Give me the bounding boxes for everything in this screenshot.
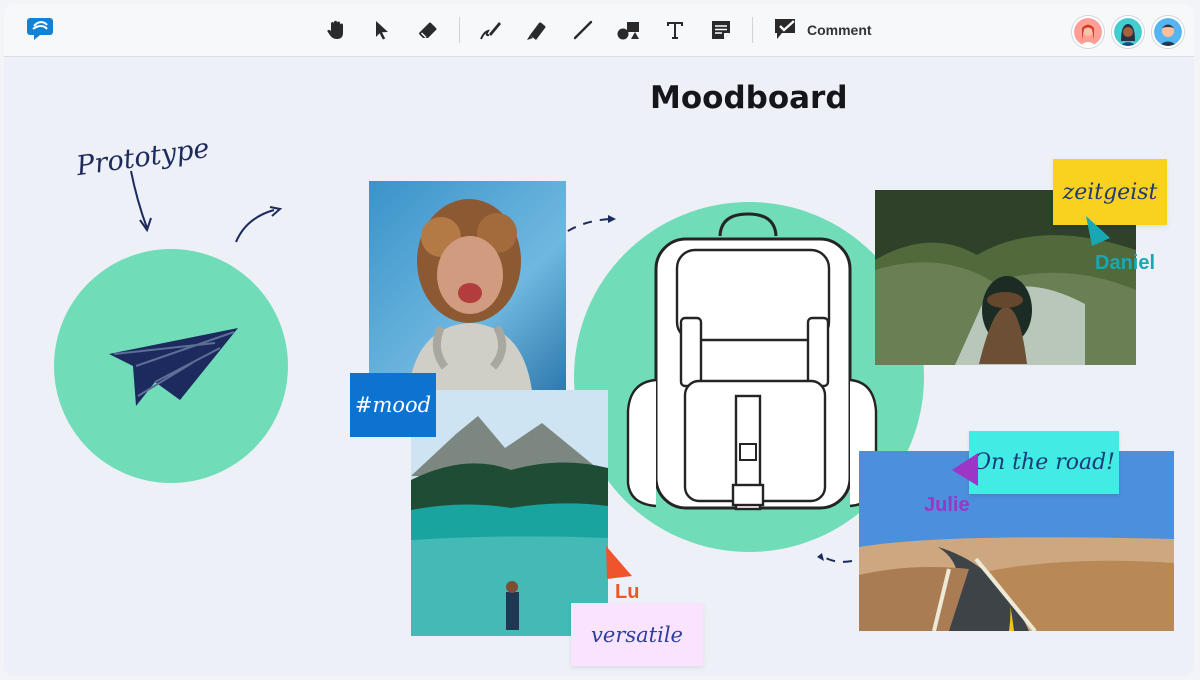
line-icon[interactable]: [566, 13, 600, 47]
marker-icon[interactable]: [520, 13, 554, 47]
collaborator-avatars: [1072, 16, 1184, 48]
lu-cursor-icon: [606, 546, 632, 579]
note-icon[interactable]: [704, 13, 738, 47]
pen-icon[interactable]: [474, 13, 508, 47]
divider: [752, 17, 753, 43]
toolbar: Comment: [4, 4, 1194, 57]
hand-icon[interactable]: [319, 13, 353, 47]
app-window: Comment Moodboard Prototype #mood zeitge…: [4, 4, 1194, 676]
divider: [459, 17, 460, 43]
daniel-cursor-icon: [1086, 216, 1110, 246]
collaborator-name-lu: Lu: [615, 581, 640, 603]
text-icon[interactable]: [658, 13, 692, 47]
chat-logo-icon[interactable]: [26, 16, 54, 40]
avatar[interactable]: [1152, 16, 1184, 48]
avatar[interactable]: [1072, 16, 1104, 48]
comment-button[interactable]: Comment: [767, 13, 878, 47]
comment-check-icon: [773, 17, 799, 44]
eraser-icon[interactable]: [411, 13, 445, 47]
comment-label: Comment: [807, 22, 872, 38]
avatar[interactable]: [1112, 16, 1144, 48]
tool-strip: Comment: [319, 12, 878, 48]
julie-cursor-icon: [952, 453, 978, 486]
collaborator-cursors: [606, 216, 1110, 579]
pointer-icon[interactable]: [365, 13, 399, 47]
collaborator-name-julie: Julie: [924, 494, 970, 516]
collaborator-name-daniel: Daniel: [1095, 252, 1156, 274]
whiteboard-canvas[interactable]: Moodboard Prototype #mood zeitgeist On t…: [4, 56, 1194, 676]
shapes-icon[interactable]: [612, 13, 646, 47]
